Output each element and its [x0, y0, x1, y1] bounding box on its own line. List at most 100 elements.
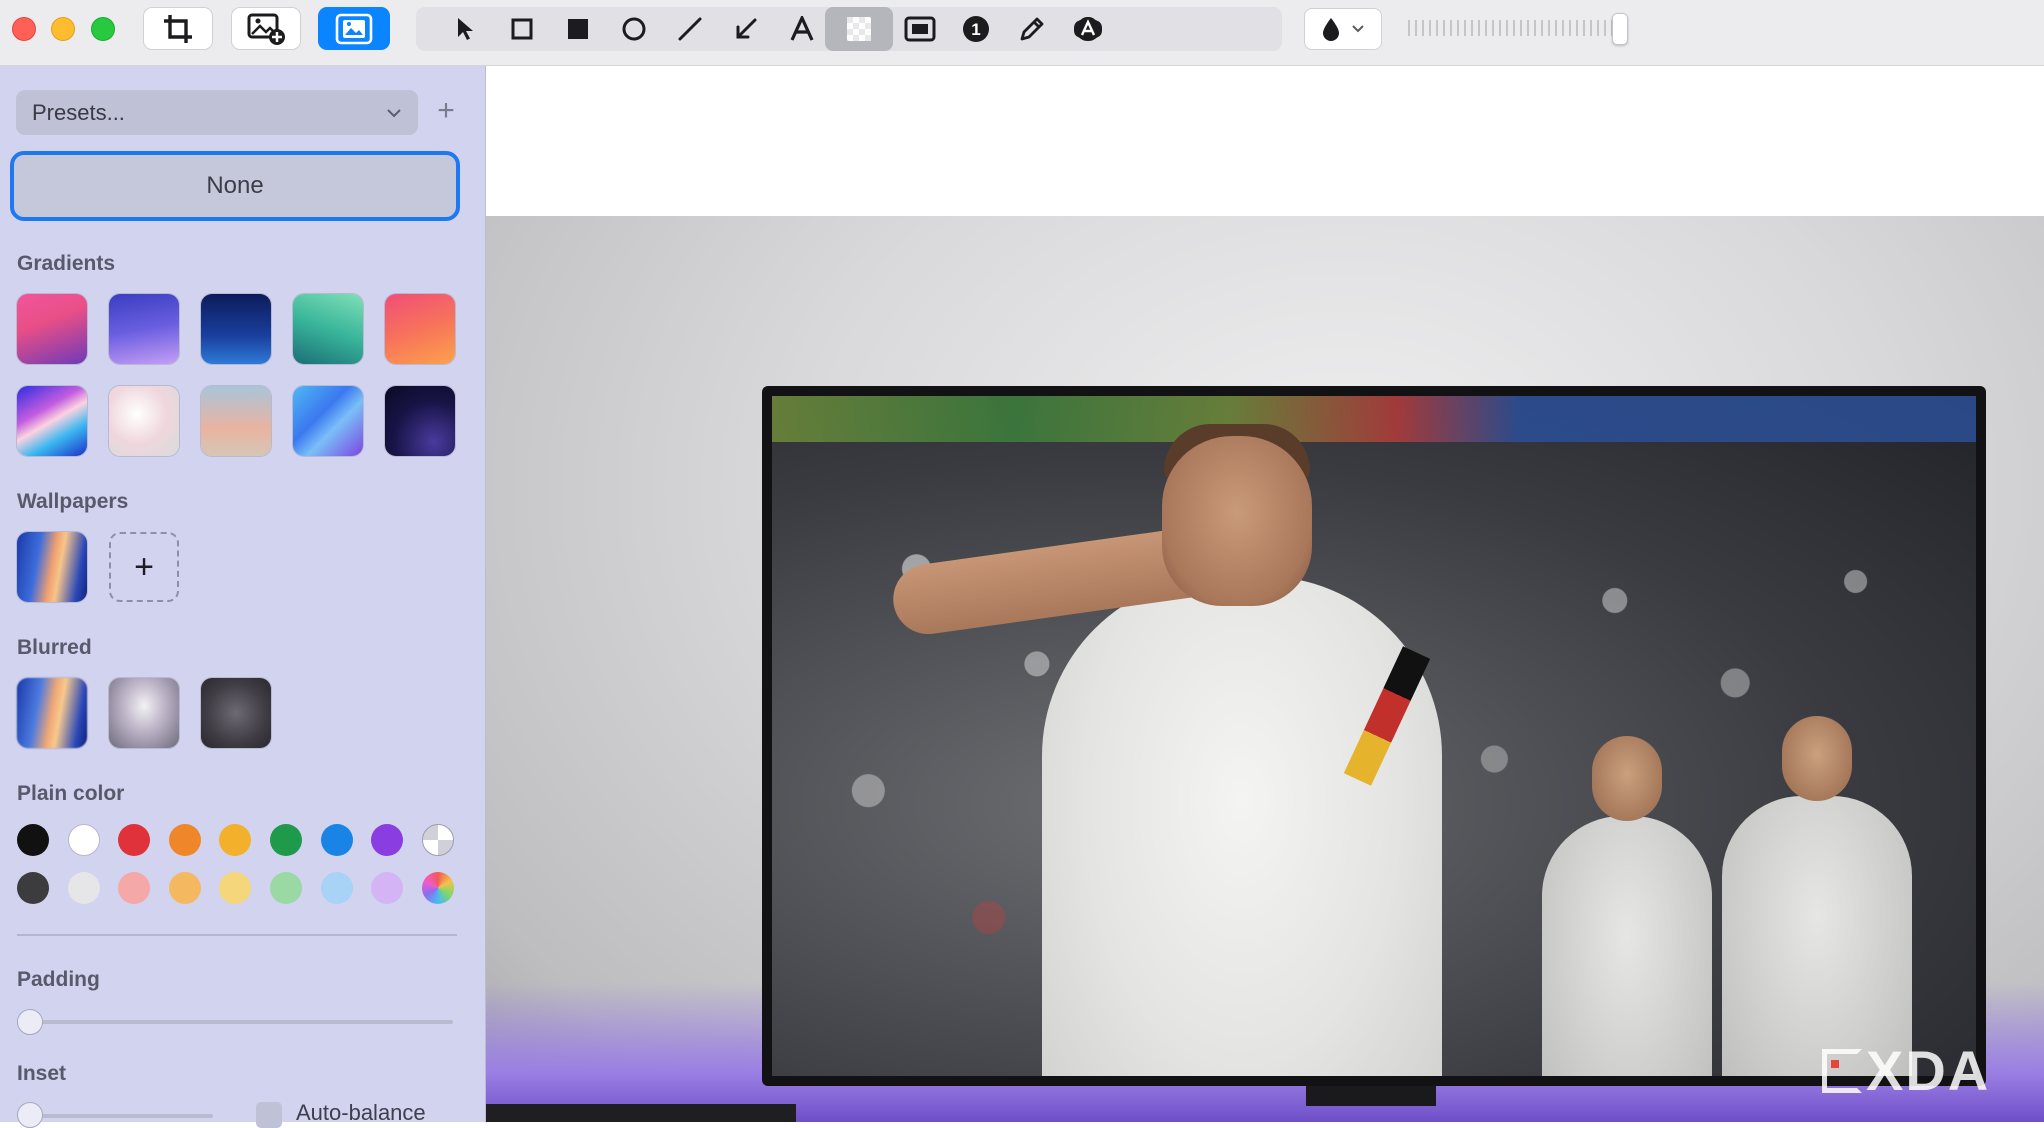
background-button[interactable] [318, 7, 390, 50]
color-dot-yellow[interactable] [219, 824, 251, 856]
auto-balance-label: Auto-balance [296, 1100, 426, 1125]
xda-logo-icon [1822, 1048, 1862, 1093]
gradient-swatch[interactable] [293, 386, 363, 456]
auto-balance-checkbox[interactable] [256, 1102, 282, 1128]
color-dot-light-gray[interactable] [68, 872, 100, 904]
inset-slider-track[interactable] [17, 1114, 213, 1118]
color-dot-light-red[interactable] [118, 872, 150, 904]
none-background-button[interactable]: None [10, 151, 460, 221]
background-player-head [1592, 736, 1662, 821]
background-player-head [1782, 716, 1852, 801]
add-image-button[interactable] [231, 7, 301, 50]
drop-icon [1323, 18, 1339, 41]
smart-text-tool[interactable] [1055, 7, 1121, 51]
color-dot-light-green[interactable] [270, 872, 302, 904]
wallpaper-swatch[interactable] [17, 532, 87, 602]
player-head [1162, 436, 1312, 606]
custom-color-picker[interactable] [422, 872, 454, 904]
gradient-swatch[interactable] [385, 386, 455, 456]
color-dot-green[interactable] [270, 824, 302, 856]
blurred-swatch[interactable] [109, 678, 179, 748]
background-image-icon [335, 13, 373, 44]
number-one-icon: 1 [963, 16, 989, 42]
color-dot-light-orange[interactable] [169, 872, 201, 904]
background-player [1722, 796, 1912, 1076]
presets-dropdown[interactable]: Presets... [16, 90, 418, 135]
wallpapers-title: Wallpapers [17, 490, 129, 513]
line-icon [678, 17, 702, 41]
padding-slider-knob[interactable] [17, 1009, 43, 1035]
color-dot-white[interactable] [68, 824, 100, 856]
counter-tool-label: 1 [971, 20, 980, 39]
background-player [1542, 816, 1712, 1076]
none-label: None [206, 172, 264, 199]
arrow-icon [736, 18, 757, 39]
close-window-button[interactable] [12, 17, 36, 41]
gradient-swatch[interactable] [109, 386, 179, 456]
color-dot-light-purple[interactable] [371, 872, 403, 904]
arrow-pointer-icon [458, 18, 473, 40]
color-dot-light-blue[interactable] [321, 872, 353, 904]
crop-icon [164, 14, 192, 43]
color-dot-dark-gray[interactable] [17, 872, 49, 904]
checkerboard-icon [847, 17, 871, 41]
square-filled-icon [568, 19, 588, 39]
gradient-swatch[interactable] [385, 294, 455, 364]
text-badge-icon [1074, 17, 1102, 41]
shelf [486, 1104, 796, 1122]
opacity-slider-thumb[interactable] [1612, 13, 1628, 45]
text-a-icon [790, 16, 814, 41]
canvas-padding-area [486, 66, 2044, 216]
color-dot-orange[interactable] [169, 824, 201, 856]
color-dot-blue[interactable] [321, 824, 353, 856]
pen-icon [1020, 17, 1044, 41]
presets-label: Presets... [32, 99, 125, 125]
color-dot-black[interactable] [17, 824, 49, 856]
square-outline-icon [511, 18, 533, 40]
color-dot-light-yellow[interactable] [219, 872, 251, 904]
stadium-banner [772, 396, 1976, 442]
opacity-slider-track[interactable] [1408, 20, 1618, 36]
gradient-swatch[interactable] [17, 386, 87, 456]
image-add-icon [247, 13, 285, 45]
watermark-text: XDA [1866, 1039, 1991, 1102]
gradient-swatch[interactable] [109, 294, 179, 364]
background-sidebar: Presets... + None Gradients Wallpapers +… [0, 66, 486, 1128]
padding-slider-track[interactable] [17, 1020, 453, 1024]
gradient-swatch[interactable] [293, 294, 363, 364]
player-body [1042, 576, 1442, 1076]
zoom-window-button[interactable] [91, 17, 115, 41]
color-picker-button[interactable] [1304, 8, 1382, 50]
toolbar: 1 [0, 0, 2044, 66]
add-wallpaper-button[interactable]: + [109, 532, 179, 602]
gradients-title: Gradients [17, 252, 116, 275]
blurred-swatch[interactable] [17, 678, 87, 748]
color-dot-red[interactable] [118, 824, 150, 856]
circle-outline-icon [622, 17, 646, 41]
gradient-swatch[interactable] [201, 386, 271, 456]
add-wallpaper-glyph: + [134, 547, 154, 586]
chevron-down-icon [387, 108, 401, 117]
gradient-swatch[interactable] [201, 294, 271, 364]
color-dot-purple[interactable] [371, 824, 403, 856]
inset-title: Inset [17, 1062, 67, 1085]
plain-color-title: Plain color [17, 782, 125, 805]
screenshot-image[interactable]: XDA [486, 216, 2044, 1122]
transparent-color-dot[interactable] [422, 824, 454, 856]
add-preset-button[interactable]: + [432, 96, 460, 128]
minimize-window-button[interactable] [51, 17, 75, 41]
blurred-swatch[interactable] [201, 678, 271, 748]
chevron-down-icon [1352, 25, 1364, 33]
tv-screen [772, 396, 1976, 1076]
xda-watermark: XDA [1822, 1038, 1990, 1103]
section-divider [17, 934, 457, 936]
gradient-swatch[interactable] [17, 294, 87, 364]
annotation-tools: 1 [416, 7, 1282, 51]
pixelate-tool[interactable] [825, 7, 893, 51]
padding-title: Padding [17, 968, 100, 991]
inset-slider-knob[interactable] [17, 1102, 43, 1128]
crop-button[interactable] [143, 7, 213, 50]
frame-icon [904, 16, 936, 42]
blurred-title: Blurred [17, 636, 92, 659]
tv-stand [1306, 1086, 1436, 1106]
